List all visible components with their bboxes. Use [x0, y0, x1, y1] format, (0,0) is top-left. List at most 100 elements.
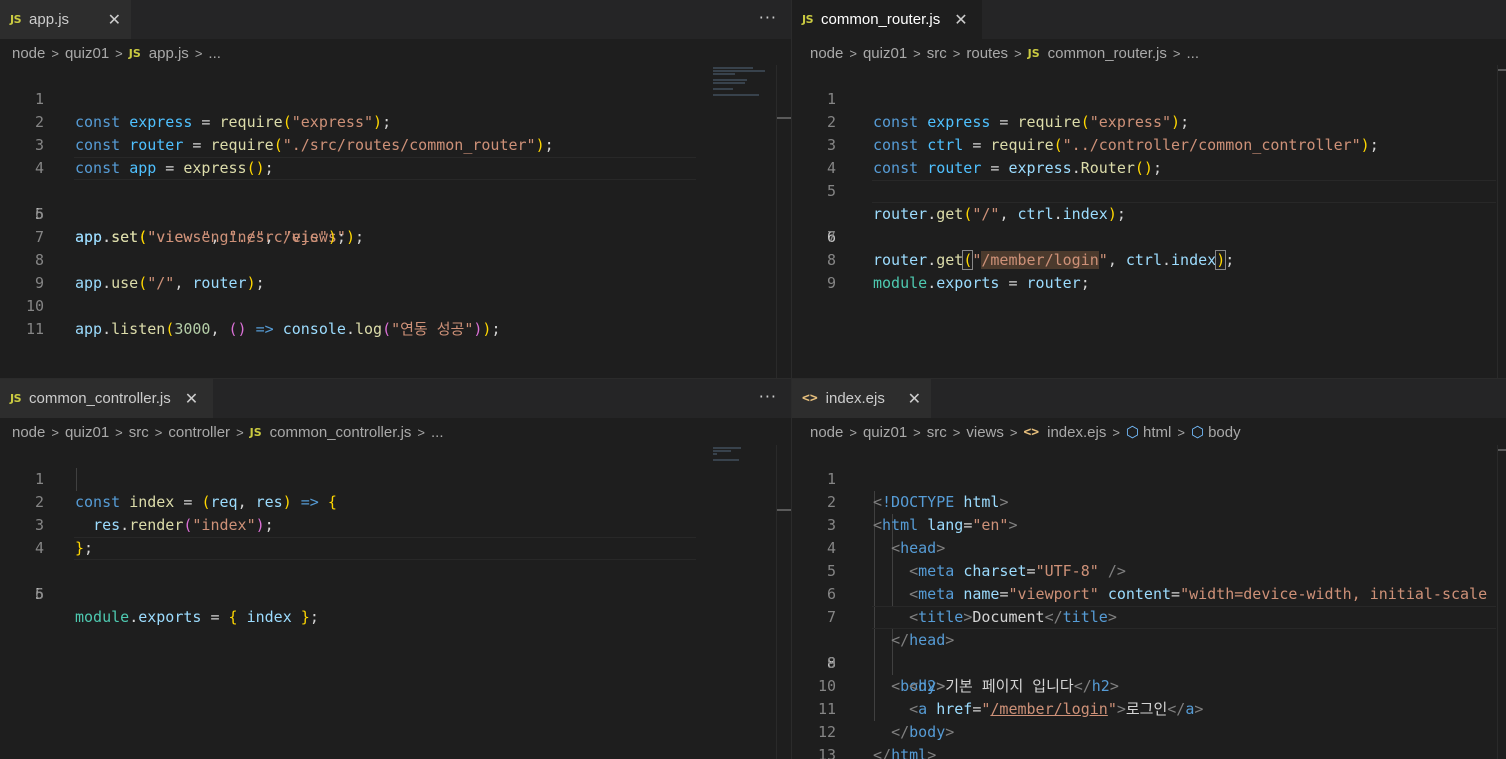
code-editor[interactable]: 1 <!DOCTYPE html> 2 <html lang="en"> 3 <…	[792, 445, 1506, 759]
chevron-right-icon: >	[115, 45, 123, 61]
javascript-file-icon: JS	[10, 392, 22, 405]
code-line: 6 app.set("view engine", "ejs");	[0, 180, 791, 246]
code-line: 8 app.use("/", router);	[0, 226, 791, 292]
breadcrumb-item[interactable]: views	[966, 424, 1004, 441]
javascript-file-icon: JS	[802, 13, 814, 26]
chevron-right-icon: >	[913, 45, 921, 61]
code-line: 2 const router = require("./src/routes/c…	[0, 88, 791, 154]
chevron-right-icon: >	[1014, 45, 1022, 61]
breadcrumb-item[interactable]: quiz01	[863, 424, 907, 441]
tab-bar: JS common_controller.js ✕ ···	[0, 379, 791, 418]
breadcrumb-item[interactable]: html	[1143, 424, 1171, 441]
breadcrumb-item[interactable]: node	[810, 424, 843, 441]
breadcrumb-item[interactable]: controller	[168, 424, 230, 441]
chevron-right-icon: >	[236, 424, 244, 440]
breadcrumb-item[interactable]: node	[12, 424, 45, 441]
breadcrumb-item[interactable]: app.js	[149, 45, 189, 62]
breadcrumb-item[interactable]: body	[1208, 424, 1241, 441]
breadcrumb: node > quiz01 > src > controller > JS co…	[12, 421, 444, 443]
current-line-highlight	[872, 606, 1496, 629]
code-line: 10 <a href="/member/login">로그인</a>	[792, 652, 1506, 718]
tab-index-ejs[interactable]: <> index.ejs ✕	[792, 379, 932, 418]
close-icon[interactable]: ✕	[185, 390, 198, 407]
breadcrumb-item[interactable]: ...	[208, 45, 221, 62]
close-icon[interactable]: ✕	[954, 11, 967, 28]
breadcrumb-item[interactable]: quiz01	[65, 424, 109, 441]
breadcrumb-item[interactable]: common_controller.js	[270, 424, 412, 441]
code-line: 9 <h2>기본 페이지 입니다</h2>	[792, 629, 1506, 695]
code-line: 4	[0, 134, 791, 177]
code-line: 7	[792, 203, 1506, 246]
breadcrumb-item[interactable]: quiz01	[65, 45, 109, 62]
line-number: 9	[826, 274, 836, 292]
more-actions-icon[interactable]: ···	[759, 387, 777, 406]
code-editor[interactable]: 1 const express = require("express"); 2 …	[0, 65, 791, 378]
chevron-right-icon: >	[417, 424, 425, 440]
chevron-right-icon: >	[1112, 424, 1120, 440]
code-line: 9	[792, 249, 1506, 292]
chevron-right-icon: >	[1177, 424, 1185, 440]
code-editor[interactable]: 1 const express = require("express"); 2 …	[792, 65, 1506, 378]
breadcrumb-item[interactable]: src	[129, 424, 149, 441]
code-line: 6 <title>Document</title>	[792, 560, 1506, 626]
javascript-file-icon: JS	[249, 425, 262, 439]
breadcrumb-item[interactable]: node	[12, 45, 45, 62]
tab-app-js[interactable]: JS app.js ✕	[0, 0, 132, 39]
chevron-right-icon: >	[154, 424, 163, 440]
code-line: 13	[792, 721, 1506, 759]
code-line: 3 const router = express.Router();	[792, 111, 1506, 177]
chevron-right-icon: >	[913, 424, 921, 440]
breadcrumb-item[interactable]: node	[810, 45, 843, 62]
javascript-file-icon: JS	[10, 13, 22, 26]
current-line-highlight	[872, 180, 1496, 203]
code-line: 6	[0, 560, 791, 603]
ejs-file-icon: <>	[802, 391, 818, 406]
chevron-right-icon: >	[849, 45, 857, 61]
breadcrumb-item[interactable]: index.ejs	[1047, 424, 1106, 441]
code-line: 6 router.get("/member/login", ctrl.index…	[792, 180, 1506, 270]
code-line: 4 <meta charset="UTF-8" />	[792, 514, 1506, 580]
tab-common-router-js[interactable]: JS common_router.js ✕	[792, 0, 983, 39]
breadcrumb-item[interactable]: ...	[1186, 45, 1199, 62]
element-symbol-icon: ⬡	[1190, 424, 1205, 441]
code-line: 4	[792, 134, 1506, 177]
tab-common-controller-js[interactable]: JS common_controller.js ✕	[0, 379, 214, 418]
more-actions-icon[interactable]: ···	[759, 8, 777, 27]
close-icon[interactable]: ✕	[908, 390, 921, 407]
editor-group-common-controller-js: JS common_controller.js ✕ ··· node > qui…	[0, 379, 791, 759]
editor-group-app-js: JS app.js ✕ ··· node > quiz01 > JS app.j…	[0, 0, 791, 378]
chevron-right-icon: >	[194, 45, 203, 61]
code-line: 10 app.listen(3000, () => console.log("연…	[0, 272, 791, 338]
code-line: 2 <html lang="en">	[792, 468, 1506, 534]
code-line: 5 module.exports = { index };	[0, 537, 791, 626]
tab-bar: <> index.ejs ✕	[792, 379, 1506, 418]
close-icon[interactable]: ✕	[108, 11, 121, 28]
breadcrumb-item[interactable]: quiz01	[863, 45, 907, 62]
code-editor[interactable]: 1 const index = (req, res) => { 2 res.re…	[0, 445, 791, 759]
code-line: 1 const express = require("express");	[0, 65, 791, 131]
chevron-right-icon: >	[952, 424, 961, 440]
chevron-right-icon: >	[849, 424, 857, 440]
editor-group-index-ejs: <> index.ejs ✕ node > quiz01 > src > vie…	[792, 379, 1506, 759]
breadcrumb-item[interactable]: routes	[966, 45, 1008, 62]
chevron-right-icon: >	[115, 424, 123, 440]
tab-bar: JS common_router.js ✕	[792, 0, 1506, 39]
breadcrumb-item[interactable]: src	[927, 424, 947, 441]
chevron-right-icon: >	[51, 45, 59, 61]
line-number: 11	[25, 320, 44, 338]
code-line: 12 </html>	[792, 698, 1506, 759]
current-line-highlight	[74, 537, 696, 560]
breadcrumb-item[interactable]: src	[927, 45, 947, 62]
breadcrumb-item[interactable]: common_router.js	[1048, 45, 1167, 62]
code-line: 5 <meta name="viewport" content="width=d…	[792, 537, 1506, 603]
code-line: 7 </head>	[792, 583, 1506, 649]
breadcrumb: node > quiz01 > src > views > <> index.e…	[810, 421, 1241, 443]
editor-group-common-router-js: JS common_router.js ✕ node > quiz01 > sr…	[792, 0, 1506, 378]
chevron-right-icon: >	[1009, 424, 1018, 440]
breadcrumb: node > quiz01 > JS app.js > ...	[12, 42, 221, 64]
breadcrumb: node > quiz01 > src > routes > JS common…	[810, 42, 1199, 64]
breadcrumb-item[interactable]: ...	[431, 424, 444, 441]
code-line: 8 <body>	[792, 606, 1506, 695]
code-line: 3 <head>	[792, 491, 1506, 557]
code-line: 5 app.set("views", "./src/views");	[0, 157, 791, 246]
